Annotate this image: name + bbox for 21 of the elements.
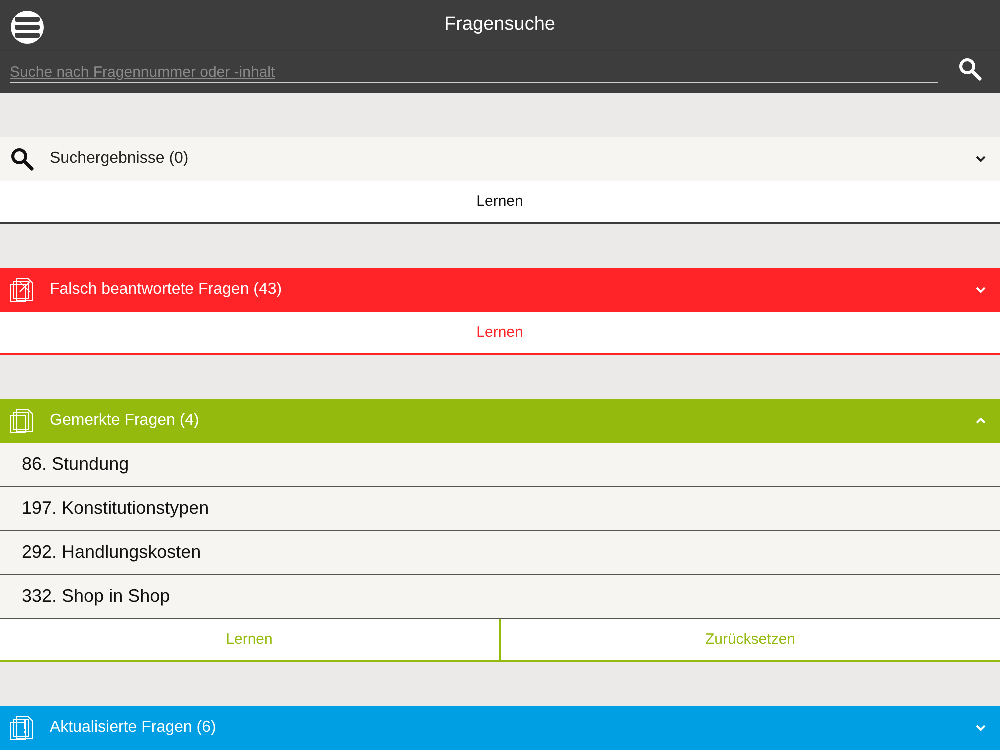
search-icon	[10, 147, 34, 171]
question-item[interactable]: 292. Handlungskosten	[0, 531, 1000, 575]
search-button[interactable]	[958, 57, 984, 83]
pages-x-icon	[10, 277, 34, 303]
section-title: Aktualisierte Fragen (6)	[50, 719, 218, 737]
pages-exclamation-icon	[10, 715, 34, 741]
search-icon	[958, 57, 982, 81]
question-item[interactable]: 197. Konstitutionstypen	[0, 487, 1000, 531]
section-header[interactable]: Falsch beantwortete Fragen (43)	[0, 268, 1000, 312]
pages-icon	[10, 408, 34, 434]
section-title: Suchergebnisse (0)	[50, 150, 190, 168]
question-item[interactable]: 86. Stundung	[0, 443, 1000, 487]
section-title: Falsch beantwortete Fragen (43)	[50, 281, 284, 299]
chevron-down-icon[interactable]	[976, 156, 986, 162]
search-field[interactable]: Suche nach Fragennummer oder -inhalt	[10, 64, 938, 83]
question-item[interactable]: 332. Shop in Shop	[0, 575, 1000, 619]
search-bar[interactable]: Suche nach Fragennummer oder -inhalt	[0, 50, 1000, 93]
menu-button[interactable]	[11, 11, 44, 44]
app-title: Fragensuche	[444, 14, 556, 36]
section-title: Gemerkte Fragen (4)	[50, 412, 200, 430]
section-header[interactable]: Suchergebnisse (0)	[0, 137, 1000, 181]
